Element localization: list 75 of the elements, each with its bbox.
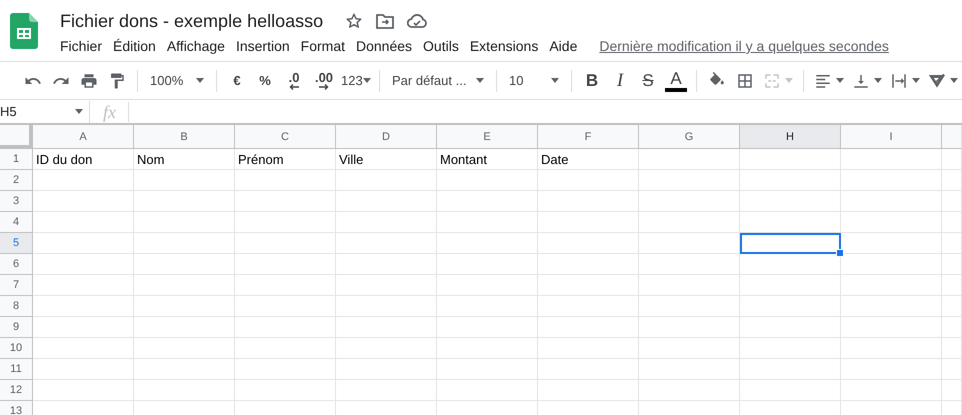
text-wrap-icon[interactable] [890, 72, 908, 90]
column-header[interactable]: B [134, 125, 235, 149]
name-box[interactable]: H5 [0, 100, 90, 122]
caret-icon [785, 78, 793, 83]
more-formats-dropdown[interactable]: 123 [339, 66, 373, 94]
column-header[interactable]: D [336, 125, 437, 149]
column-header[interactable]: F [538, 125, 639, 149]
row-header[interactable]: 1 [0, 149, 33, 170]
row-header[interactable]: 13 [0, 401, 33, 415]
fill-handle[interactable] [836, 249, 844, 257]
table-cell: Prénom [235, 149, 336, 170]
bold-button[interactable]: B [586, 70, 598, 90]
row-header[interactable]: 11 [0, 359, 33, 380]
font-dropdown[interactable]: Par défaut ... [386, 66, 490, 94]
move-to-folder-icon[interactable] [376, 13, 394, 29]
star-icon[interactable] [345, 12, 364, 30]
table-cell: Date [538, 149, 639, 170]
caret-icon [912, 78, 920, 83]
percent-button[interactable]: % [259, 73, 271, 88]
decrease-decimals-button[interactable]: .0 [279, 66, 309, 94]
selected-cell[interactable] [740, 233, 841, 254]
text-color-button[interactable]: A [664, 70, 688, 92]
increase-decimals-button[interactable]: .00 [309, 66, 339, 94]
spreadsheet-logo-icon[interactable] [10, 13, 38, 49]
column-header[interactable]: C [235, 125, 336, 149]
caret-icon [874, 78, 882, 83]
row-header[interactable]: 7 [0, 275, 33, 296]
menu-item[interactable]: Extensions [470, 38, 538, 54]
table-cell: Ville [336, 149, 437, 170]
row-header[interactable]: 4 [0, 212, 33, 233]
row-header[interactable]: 10 [0, 338, 33, 359]
arrow-left-icon [289, 84, 299, 90]
row-header[interactable]: 6 [0, 254, 33, 275]
menu-item[interactable]: Aide [549, 38, 578, 54]
font-size-dropdown[interactable]: 10 [503, 66, 565, 94]
caret-icon [196, 78, 204, 83]
row-header[interactable]: 8 [0, 296, 33, 317]
print-icon[interactable] [80, 72, 98, 90]
column-header[interactable]: G [639, 125, 740, 149]
caret-icon [551, 78, 559, 83]
row-header[interactable]: 2 [0, 170, 33, 191]
document-title[interactable]: Fichier dons - exemple helloasso [60, 10, 324, 32]
table-cell: ID du don [33, 149, 134, 170]
caret-icon [836, 78, 844, 83]
italic-button[interactable]: I [616, 70, 624, 92]
row-header[interactable]: 12 [0, 380, 33, 401]
row-header[interactable]: 5 [0, 233, 33, 254]
menu-item[interactable]: Fichier [60, 38, 102, 54]
currency-button[interactable]: € [233, 73, 241, 88]
menu-item[interactable]: Outils [423, 38, 459, 54]
text-rotate-icon[interactable] [928, 72, 946, 90]
menu-item[interactable]: Affichage [166, 38, 225, 54]
cloud-icon[interactable] [407, 13, 428, 29]
menu-item[interactable]: Données [356, 38, 412, 54]
arrow-right-icon [318, 84, 329, 90]
column-header[interactable]: A [33, 125, 134, 149]
column-header[interactable]: I [841, 125, 942, 149]
caret-icon [363, 78, 371, 83]
column-header[interactable]: H [740, 125, 841, 149]
last-edit-link[interactable]: Dernière modification il y a quelques secondes [599, 38, 889, 54]
column-header[interactable]: E [437, 125, 538, 149]
caret-icon [476, 78, 484, 83]
row-header[interactable]: 3 [0, 191, 33, 212]
borders-icon[interactable] [736, 72, 754, 90]
menu-item[interactable]: Format [300, 38, 345, 54]
menu-item[interactable]: Insertion [236, 38, 290, 54]
paint-format-icon[interactable] [108, 72, 126, 90]
caret-icon [950, 78, 958, 83]
strikethrough-button[interactable]: S [642, 70, 654, 90]
menu-item[interactable]: Édition [113, 38, 156, 54]
zoom-dropdown[interactable]: 100% [144, 66, 210, 94]
caret-icon [75, 109, 83, 114]
row-header[interactable]: 9 [0, 317, 33, 338]
table-cell: Nom [134, 149, 235, 170]
table-cell: Montant [437, 149, 538, 170]
